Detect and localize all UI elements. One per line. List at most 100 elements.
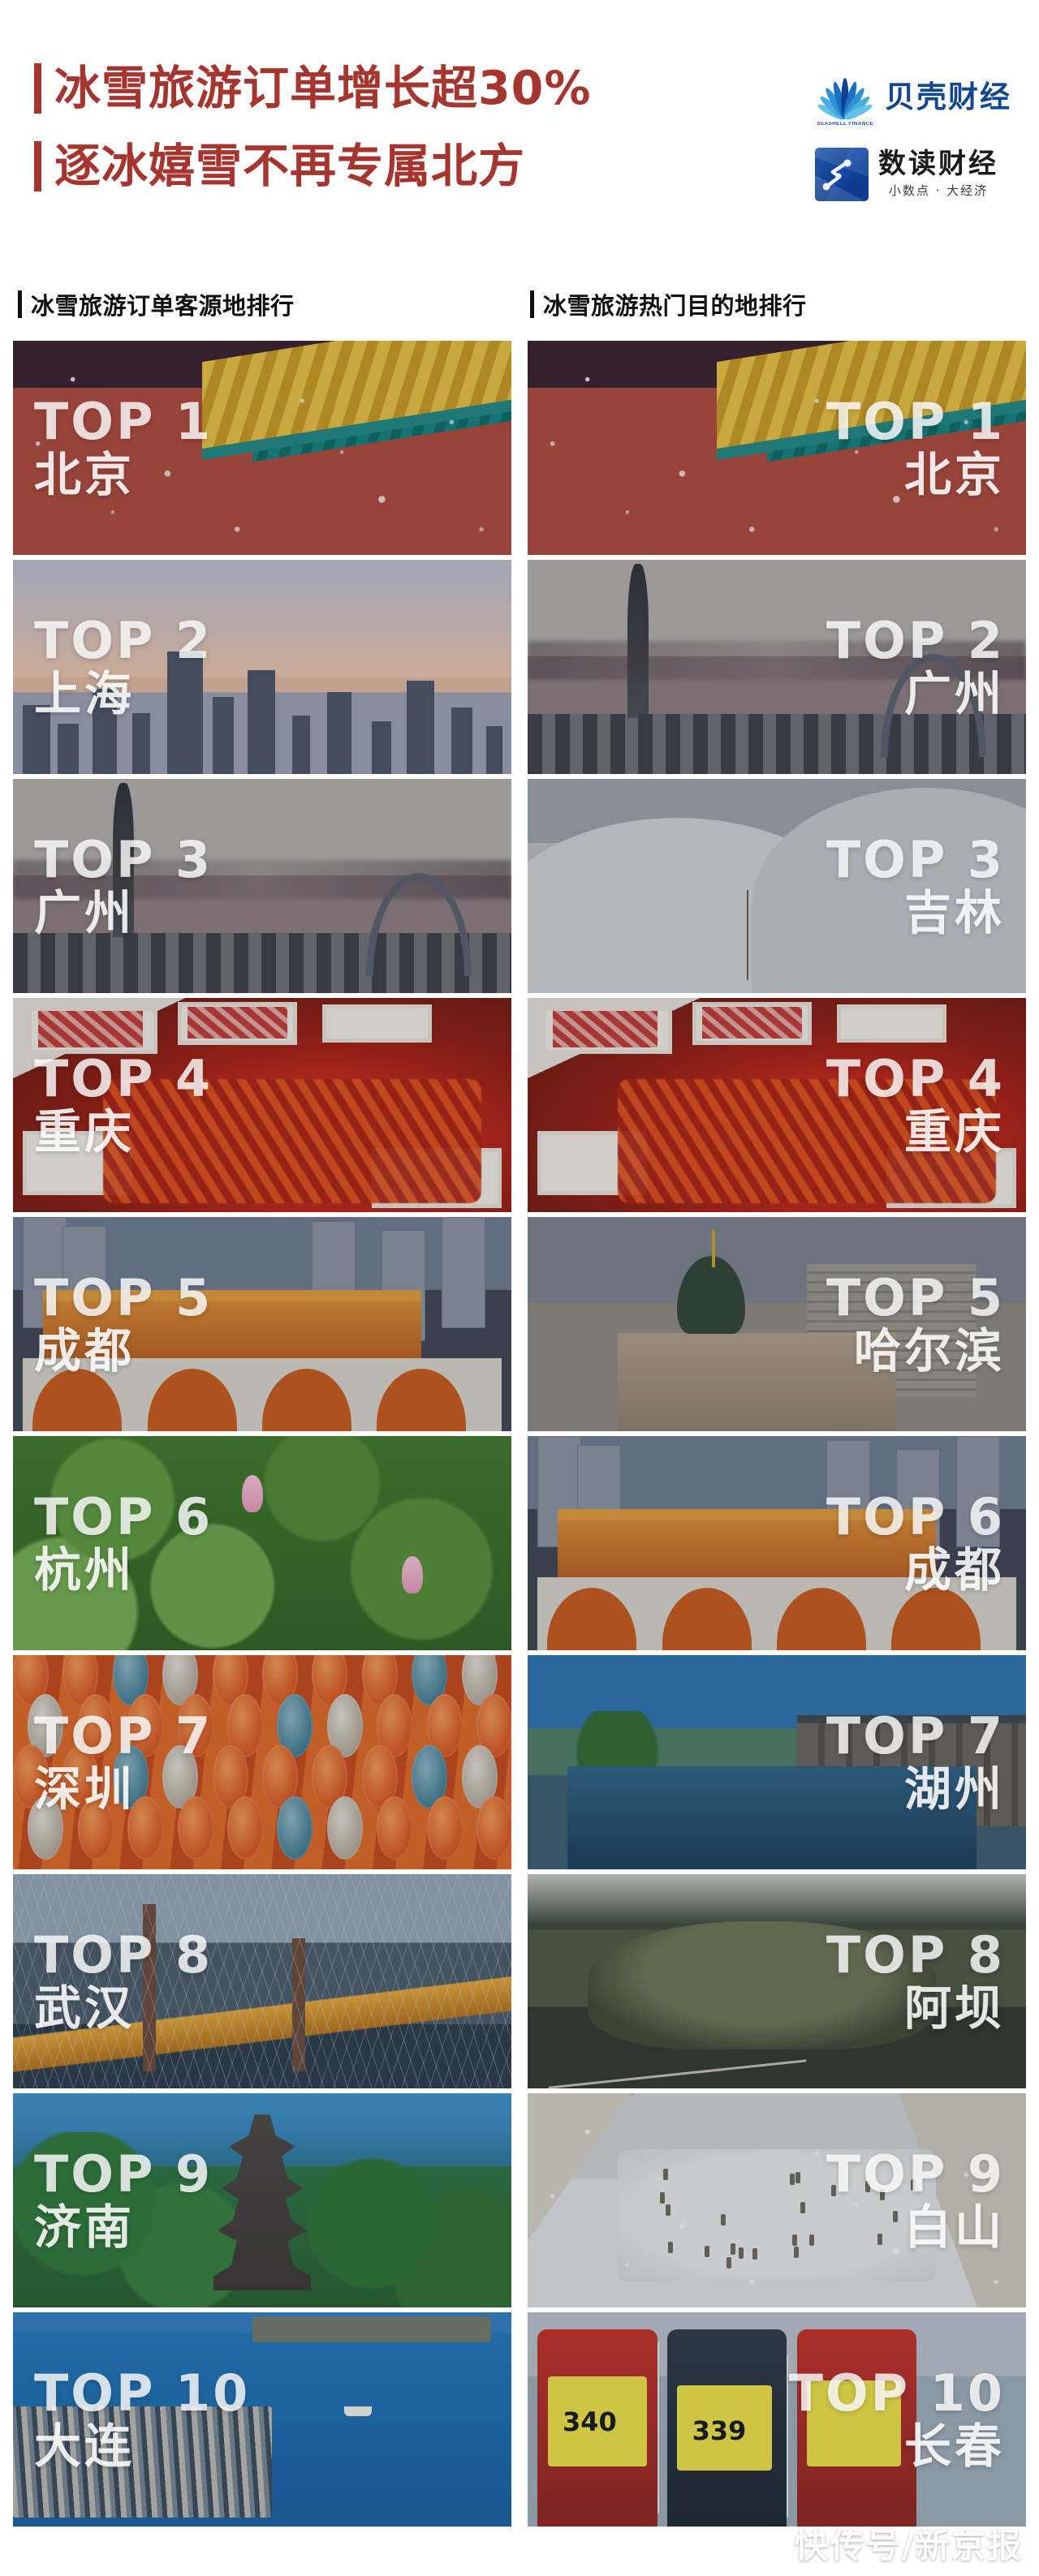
rank-label: TOP 7 <box>826 1709 1005 1762</box>
ranking-card[interactable]: TOP 8 阿坝 <box>528 1874 1026 2088</box>
column-heading-destination: 冰雪旅游热门目的地排行 <box>530 287 1026 321</box>
rank-label: TOP 8 <box>34 1929 213 1981</box>
ranking-card[interactable]: TOP 2 广州 <box>528 560 1026 774</box>
card-labels: TOP 2 上海 <box>13 560 511 774</box>
headline-line-2: 逐冰嬉雪不再专属北方 <box>34 141 591 191</box>
rank-label: TOP 1 <box>34 395 213 448</box>
card-labels: TOP 2 广州 <box>528 560 1026 774</box>
city-label: 哈尔滨 <box>854 1326 1005 1377</box>
heading-bar-icon <box>530 290 534 318</box>
logo-shudu-tagline: 小数点 · 大经济 <box>889 182 988 199</box>
rank-label: TOP 10 <box>789 2367 1005 2419</box>
ranking-card[interactable]: TOP 9 白山 <box>528 2093 1026 2307</box>
rank-label: TOP 2 <box>826 614 1005 667</box>
ranking-card[interactable]: TOP 10 大连 <box>13 2312 511 2527</box>
ranking-card[interactable]: TOP 9 济南 <box>13 2093 511 2307</box>
rank-label: TOP 5 <box>34 1271 213 1324</box>
headline-text-1: 冰雪旅游订单增长超30% <box>54 65 591 112</box>
shell-fan-icon: SEASHELL FINANCE <box>815 67 875 127</box>
ranking-card[interactable]: TOP 8 武汉 <box>13 1874 511 2088</box>
rank-label: TOP 3 <box>34 833 213 886</box>
ranking-card[interactable]: TOP 7 湖州 <box>528 1655 1026 1869</box>
card-labels: TOP 9 白山 <box>528 2093 1026 2307</box>
watermark: 快传号/新京报 <box>795 2518 1023 2568</box>
logo-shudu-text: 数读财经 小数点 · 大经济 <box>878 150 998 199</box>
city-label: 广州 <box>34 888 135 939</box>
column-headings: 冰雪旅游订单客源地排行 冰雪旅游热门目的地排行 <box>0 268 1039 341</box>
logo-group: SEASHELL FINANCE 贝壳财经 数读财经 小数点 · 大经济 <box>815 63 1011 201</box>
logo-shudu-label: 数读财经 <box>878 150 998 178</box>
rank-label: TOP 6 <box>34 1490 213 1543</box>
shell-logo-caption: SEASHELL FINANCE <box>817 122 873 127</box>
ranking-card[interactable]: TOP 5 哈尔滨 <box>528 1217 1026 1431</box>
column-heading-destination-label: 冰雪旅游热门目的地排行 <box>543 287 807 321</box>
rank-label: TOP 9 <box>34 2148 213 2200</box>
ranking-column-origin: TOP 1 北京 TOP 2 上海 TOP 3 广州 TOP 4 重庆 TOP 5 成都 TOP 6… <box>13 341 511 2527</box>
accent-bar-icon <box>34 63 41 114</box>
city-label: 大连 <box>34 2421 135 2472</box>
card-labels: TOP 1 北京 <box>528 341 1026 555</box>
card-labels: TOP 8 阿坝 <box>528 1874 1026 2088</box>
card-labels: TOP 10 长春 <box>528 2312 1026 2527</box>
city-label: 湖州 <box>904 1764 1005 1815</box>
headline-text-2: 逐冰嬉雪不再专属北方 <box>54 143 525 190</box>
column-heading-origin-label: 冰雪旅游订单客源地排行 <box>31 287 295 321</box>
ranking-grid: TOP 1 北京 TOP 2 上海 TOP 3 广州 TOP 4 重庆 TOP 5 成都 TOP 6… <box>0 341 1039 2527</box>
card-labels: TOP 5 哈尔滨 <box>528 1217 1026 1431</box>
ranking-card[interactable]: TOP 4 重庆 <box>528 998 1026 1212</box>
city-label: 杭州 <box>34 1545 135 1596</box>
ranking-card[interactable]: TOP 1 北京 <box>528 341 1026 555</box>
city-label: 成都 <box>34 1326 135 1377</box>
city-label: 济南 <box>34 2202 135 2253</box>
rank-label: TOP 1 <box>826 395 1005 448</box>
accent-bar-icon <box>34 141 41 191</box>
ranking-card[interactable]: TOP 5 成都 <box>13 1217 511 1431</box>
card-labels: TOP 10 大连 <box>13 2312 511 2527</box>
city-label: 深圳 <box>34 1764 135 1815</box>
city-label: 阿坝 <box>904 1983 1005 2034</box>
ranking-column-destination: TOP 1 北京 TOP 2 广州 TOP 3 吉林 TOP 4 重庆 TOP 5 哈尔滨 TOP … <box>528 341 1026 2527</box>
logo-shudu-caijing: 数读财经 小数点 · 大经济 <box>815 148 1011 201</box>
rank-label: TOP 5 <box>826 1271 1005 1324</box>
card-labels: TOP 9 济南 <box>13 2093 511 2307</box>
heading-bar-icon <box>18 290 22 318</box>
ranking-card[interactable]: TOP 3 吉林 <box>528 779 1026 993</box>
card-labels: TOP 8 武汉 <box>13 1874 511 2088</box>
city-label: 白山 <box>904 2202 1005 2253</box>
rank-label: TOP 3 <box>826 833 1005 886</box>
city-label: 重庆 <box>904 1107 1005 1158</box>
headline-block: 冰雪旅游订单增长超30% 逐冰嬉雪不再专属北方 <box>34 63 591 191</box>
city-label: 北京 <box>904 449 1005 501</box>
ranking-card[interactable]: TOP 2 上海 <box>13 560 511 774</box>
ranking-card[interactable]: TOP 1 北京 <box>13 341 511 555</box>
card-labels: TOP 3 广州 <box>13 779 511 993</box>
ranking-card[interactable]: TOP 6 成都 <box>528 1436 1026 1650</box>
page-header: 冰雪旅游订单增长超30% 逐冰嬉雪不再专属北方 SEASHELL FINANCE… <box>0 0 1039 268</box>
city-label: 长春 <box>904 2421 1005 2472</box>
card-labels: TOP 4 重庆 <box>13 998 511 1212</box>
city-label: 广州 <box>904 669 1005 720</box>
polygon-square-icon <box>815 148 869 201</box>
rank-label: TOP 9 <box>826 2148 1005 2200</box>
rank-label: TOP 6 <box>826 1490 1005 1543</box>
rank-label: TOP 10 <box>34 2367 250 2419</box>
card-labels: TOP 1 北京 <box>13 341 511 555</box>
card-labels: TOP 7 湖州 <box>528 1655 1026 1869</box>
city-label: 武汉 <box>34 1983 135 2034</box>
city-label: 北京 <box>34 449 135 501</box>
city-label: 吉林 <box>904 888 1005 939</box>
ranking-card[interactable]: TOP 4 重庆 <box>13 998 511 1212</box>
rank-label: TOP 8 <box>826 1929 1005 1981</box>
column-heading-origin: 冰雪旅游订单客源地排行 <box>18 287 514 321</box>
ranking-card[interactable]: 340 339 TOP 10 长春 <box>528 2312 1026 2527</box>
ranking-card[interactable]: TOP 3 广州 <box>13 779 511 993</box>
card-labels: TOP 3 吉林 <box>528 779 1026 993</box>
ranking-card[interactable]: TOP 6 杭州 <box>13 1436 511 1650</box>
ranking-card[interactable]: TOP 7 深圳 <box>13 1655 511 1869</box>
rank-label: TOP 7 <box>34 1709 213 1762</box>
city-label: 重庆 <box>34 1107 135 1158</box>
logo-beike-caijing: SEASHELL FINANCE 贝壳财经 <box>815 67 1011 127</box>
card-labels: TOP 6 成都 <box>528 1436 1026 1650</box>
card-labels: TOP 4 重庆 <box>528 998 1026 1212</box>
city-label: 上海 <box>34 669 135 720</box>
